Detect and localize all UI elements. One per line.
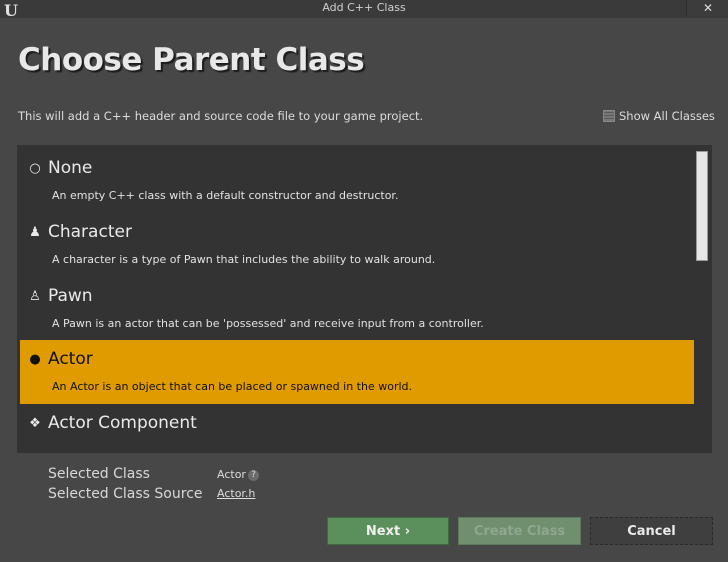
class-description: A Pawn is an actor that can be 'possesse… xyxy=(52,317,484,330)
page-title: Choose Parent Class xyxy=(18,42,365,78)
class-description: An Actor is an object that can be placed… xyxy=(52,380,413,393)
selected-class-value-row: Actor? xyxy=(217,468,259,481)
class-name: Pawn xyxy=(48,286,93,306)
class-description: A character is a type of Pawn that inclu… xyxy=(52,253,436,266)
show-all-classes-label: Show All Classes xyxy=(619,109,715,123)
selected-class-source-label: Selected Class Source xyxy=(48,486,203,502)
class-item-character[interactable]: ♟ Character A character is a type of Paw… xyxy=(20,213,694,277)
show-all-classes-toggle[interactable]: Show All Classes xyxy=(603,109,715,123)
class-name: Actor Component xyxy=(48,413,197,433)
class-item-pawn[interactable]: ♙ Pawn A Pawn is an actor that can be 'p… xyxy=(20,277,694,341)
scrollbar[interactable] xyxy=(696,149,708,449)
cancel-button[interactable]: Cancel xyxy=(590,517,713,545)
character-icon: ♟ xyxy=(29,225,41,240)
scrollbar-thumb[interactable] xyxy=(696,151,708,261)
selected-class-source-link[interactable]: Actor.h xyxy=(217,487,255,500)
class-name: Actor xyxy=(48,349,93,369)
class-item-none[interactable]: ○ None An empty C++ class with a default… xyxy=(20,149,694,213)
pawn-icon: ♙ xyxy=(29,289,41,304)
class-name: Character xyxy=(48,222,132,242)
actor-component-icon: ❖ xyxy=(29,416,41,431)
close-button[interactable]: ✕ xyxy=(686,0,728,16)
next-button[interactable]: Next › xyxy=(327,517,449,545)
help-icon[interactable]: ? xyxy=(247,469,259,481)
actor-icon: ● xyxy=(29,352,41,367)
class-item-actor-component[interactable]: ❖ Actor Component xyxy=(20,404,694,453)
create-class-button[interactable]: Create Class xyxy=(458,517,581,545)
selected-class-label: Selected Class xyxy=(48,466,150,482)
class-name: None xyxy=(48,158,93,178)
class-item-actor[interactable]: ● Actor An Actor is an object that can b… xyxy=(20,340,694,404)
window-title: Add C++ Class xyxy=(322,1,406,14)
description-text: This will add a C++ header and source co… xyxy=(18,109,424,123)
title-bar: U Add C++ Class ✕ xyxy=(0,0,728,20)
circle-outline-icon: ○ xyxy=(29,161,41,176)
class-list: ○ None An empty C++ class with a default… xyxy=(17,145,712,453)
class-description: An empty C++ class with a default constr… xyxy=(52,189,399,202)
checkbox-icon[interactable] xyxy=(603,110,615,122)
selected-class-value: Actor xyxy=(217,468,246,481)
